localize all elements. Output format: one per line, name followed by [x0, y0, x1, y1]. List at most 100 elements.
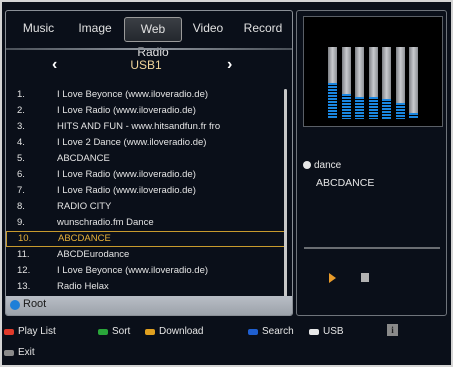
play-list-key[interactable]: Play List: [4, 326, 56, 337]
play-icon[interactable]: [329, 273, 336, 283]
download-key[interactable]: Download: [145, 326, 203, 337]
function-key-bar: Play List Sort Download Search USB i Exi…: [2, 318, 451, 365]
list-item-title: RADIO CITY: [57, 201, 112, 212]
download-label: Download: [159, 326, 204, 337]
list-item-title: wunschradio.fm Dance: [57, 217, 154, 228]
tab-video[interactable]: Video: [188, 17, 228, 40]
list-item-number: 1.: [17, 89, 25, 100]
list-item-number: 11.: [17, 249, 30, 260]
white-key-icon: [309, 328, 319, 335]
list-item[interactable]: 6. I Love Radio (www.iloveradio.de): [6, 167, 286, 183]
list-item-number: 3.: [17, 121, 25, 132]
spectrum-level: [328, 83, 337, 119]
list-item-title: I Love Beyonce (www.iloveradio.de): [57, 265, 209, 276]
list-item[interactable]: 11. ABCDEurodance: [6, 247, 286, 263]
spectrum-level: [368, 97, 378, 119]
now-playing-label-row: dance: [303, 160, 341, 171]
list-item-title: Radio Helax: [57, 281, 109, 292]
spectrum-level: [409, 113, 418, 119]
tab-music[interactable]: Music: [16, 17, 61, 40]
list-item[interactable]: 7. I Love Radio (www.iloveradio.de): [6, 183, 286, 199]
list-item-number: 8.: [17, 201, 25, 212]
now-playing-panel: dance ABCDANCE: [296, 10, 447, 316]
spectrum-level: [355, 97, 364, 119]
tab-web-radio[interactable]: Web Radio: [124, 17, 182, 59]
list-item[interactable]: 10. ABCDANCE: [6, 231, 286, 247]
spectrum-bar: [341, 47, 351, 119]
list-item-title: I Love Radio (www.iloveradio.de): [57, 105, 196, 116]
usb-label: USB: [323, 326, 344, 337]
spectrum-level: [341, 94, 351, 119]
sort-label: Sort: [112, 326, 131, 337]
folder-icon: [10, 300, 20, 310]
list-item[interactable]: 2. I Love Radio (www.iloveradio.de): [6, 103, 286, 119]
list-item-title: I Love Beyonce (www.iloveradio.de): [57, 89, 209, 100]
list-item[interactable]: 4. I Love 2 Dance (www.iloveradio.de): [6, 135, 286, 151]
source-label: USB1: [130, 58, 162, 72]
spectrum-bar: [368, 47, 378, 119]
green-key-icon: [98, 328, 108, 335]
list-item-title: I Love 2 Dance (www.iloveradio.de): [57, 137, 207, 148]
list-item[interactable]: 9. wunschradio.fm Dance: [6, 215, 286, 231]
spectrum-level: [382, 99, 391, 119]
list-item-number: 9.: [17, 217, 25, 228]
list-item-number: 12.: [17, 265, 31, 276]
list-item[interactable]: 1. I Love Beyonce (www.iloveradio.de): [6, 87, 286, 103]
media-player-screen: Music Image Web Radio Video Record ‹ USB…: [2, 2, 451, 365]
scrollbar[interactable]: [284, 89, 287, 297]
stop-icon[interactable]: [361, 273, 369, 282]
tab-divider: [6, 48, 292, 50]
source-selector: ‹ USB1 ›: [6, 56, 292, 74]
spectrum-visualizer: [303, 16, 443, 127]
yellow-key-icon: [145, 328, 155, 335]
red-key-icon: [4, 328, 14, 335]
spectrum-bar: [355, 47, 364, 119]
now-playing-title: ABCDANCE: [316, 177, 375, 189]
list-item-title: ABCDANCE: [58, 233, 111, 244]
spectrum-bar: [409, 47, 418, 119]
list-item-title: I Love Radio (www.iloveradio.de): [57, 185, 196, 196]
search-label: Search: [262, 326, 294, 337]
list-item[interactable]: 5. ABCDANCE: [6, 151, 286, 167]
exit-key[interactable]: Exit: [4, 347, 35, 358]
list-item[interactable]: 3. HITS AND FUN - www.hitsandfun.fr fro: [6, 119, 286, 135]
info-icon[interactable]: i: [387, 324, 398, 336]
exit-label: Exit: [18, 347, 35, 358]
list-item-number: 4.: [17, 137, 25, 148]
list-item-title: I Love Radio (www.iloveradio.de): [57, 169, 196, 180]
list-item-title: HITS AND FUN - www.hitsandfun.fr fro: [57, 121, 221, 132]
spectrum-bar: [395, 47, 405, 119]
list-item-number: 2.: [17, 105, 25, 116]
spectrum-bar: [328, 47, 337, 119]
list-item[interactable]: 12. I Love Beyonce (www.iloveradio.de): [6, 263, 286, 279]
list-item-title: ABCDEurodance: [57, 249, 130, 260]
list-item-number: 7.: [17, 185, 25, 196]
blue-key-icon: [248, 328, 258, 335]
play-list-label: Play List: [18, 326, 56, 337]
list-item-title: ABCDANCE: [57, 153, 110, 164]
now-playing-label: dance: [314, 160, 342, 171]
tab-record[interactable]: Record: [240, 17, 286, 40]
list-item-number: 10.: [18, 233, 32, 244]
disc-icon: [303, 161, 311, 169]
spectrum-bar: [382, 47, 391, 119]
list-item-number: 13.: [17, 281, 31, 292]
spectrum-level: [395, 103, 405, 119]
file-browser-panel: Music Image Web Radio Video Record ‹ USB…: [5, 10, 293, 316]
exit-key-icon: [4, 349, 14, 356]
station-list: 1. I Love Beyonce (www.iloveradio.de) 2. I …: [6, 87, 286, 295]
progress-bar[interactable]: [304, 247, 440, 249]
usb-key[interactable]: USB: [309, 326, 344, 337]
category-tabs: Music Image Web Radio Video Record: [6, 11, 292, 59]
path-bar[interactable]: Root: [6, 296, 292, 315]
list-item[interactable]: 13. Radio Helax: [6, 279, 286, 295]
chevron-right-icon[interactable]: ›: [227, 56, 232, 74]
scrollbar-thumb[interactable]: [284, 89, 287, 297]
tab-image[interactable]: Image: [73, 17, 117, 40]
list-item-number: 5.: [17, 153, 25, 164]
search-key[interactable]: Search: [248, 326, 294, 337]
list-item[interactable]: 8. RADIO CITY: [6, 199, 286, 215]
sort-key[interactable]: Sort: [98, 326, 130, 337]
path-label: Root: [23, 298, 47, 310]
list-item-number: 6.: [17, 169, 25, 180]
